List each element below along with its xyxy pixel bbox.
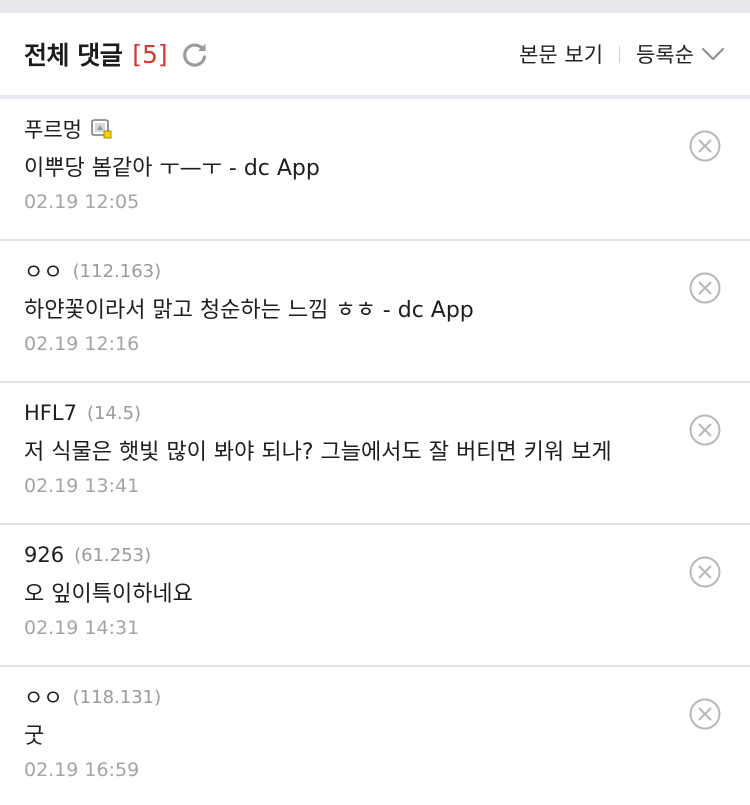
comment-date: 02.19 12:16 xyxy=(24,333,140,355)
comment-text: 이뿌당 봄같아 ㅜ—ㅜ - dc App xyxy=(24,156,320,181)
comment-text: 저 식물은 햇빛 많이 봐야 되나? 그늘에서도 잘 버티면 키워 보게 xyxy=(24,440,612,465)
comment-date: 02.19 13:41 xyxy=(24,475,140,497)
comment-meta: HFL7 (14.5) xyxy=(24,397,726,429)
sort-order-label: 등록순 xyxy=(636,43,694,67)
close-circle-icon[interactable] xyxy=(688,555,722,589)
comment-item: 926 (61.253) 오 잎이특이하네요 02.19 14:31 xyxy=(0,525,750,667)
sort-order-select[interactable]: 등록순 xyxy=(636,39,726,69)
comment-author[interactable]: 푸르멍 xyxy=(24,114,82,144)
comment-ip: (61.253) xyxy=(74,544,152,566)
comment-list: 푸르멍 이뿌당 봄같아 ㅜ—ㅜ - dc App 02.19 12:05 ㅇㅇ … xyxy=(0,99,750,805)
comment-date: 02.19 14:31 xyxy=(24,617,140,639)
header-actions: 본문 보기 등록순 xyxy=(519,39,726,69)
comment-meta: 푸르멍 xyxy=(24,113,726,145)
close-circle-icon[interactable] xyxy=(688,413,722,447)
page-title: 전체 댓글 xyxy=(24,41,123,70)
close-circle-icon[interactable] xyxy=(688,697,722,731)
member-badge-icon xyxy=(90,118,112,140)
comments-header: 전체 댓글 [5] 본문 보기 등록순 xyxy=(0,13,750,95)
comment-author[interactable]: HFL7 xyxy=(24,401,77,425)
comment-text: 굿 xyxy=(24,724,45,749)
comment-text: 하얀꽃이라서 맑고 청순하는 느낌 ㅎㅎ - dc App xyxy=(24,298,474,323)
comment-ip: (112.163) xyxy=(72,260,162,282)
comment-count: [5] xyxy=(132,39,168,69)
top-divider xyxy=(0,0,750,13)
view-body-button[interactable]: 본문 보기 xyxy=(519,39,603,69)
comment-item: HFL7 (14.5) 저 식물은 햇빛 많이 봐야 되나? 그늘에서도 잘 버… xyxy=(0,383,750,525)
header-title-group: 전체 댓글 [5] xyxy=(24,36,210,72)
comment-ip: (14.5) xyxy=(86,402,142,424)
comment-text: 오 잎이특이하네요 xyxy=(24,582,193,607)
comment-author[interactable]: 926 xyxy=(24,543,64,567)
comment-ip: (118.131) xyxy=(72,686,162,708)
comment-item: ㅇㅇ (118.131) 굿 02.19 16:59 xyxy=(0,667,750,805)
comment-author[interactable]: ㅇㅇ xyxy=(24,682,63,712)
close-circle-icon[interactable] xyxy=(688,129,722,163)
header-separator xyxy=(619,45,621,63)
comment-item: 푸르멍 이뿌당 봄같아 ㅜ—ㅜ - dc App 02.19 12:05 xyxy=(0,99,750,241)
chevron-down-icon xyxy=(700,41,726,67)
comment-meta: ㅇㅇ (112.163) xyxy=(24,255,726,287)
close-circle-icon[interactable] xyxy=(688,271,722,305)
comment-meta: ㅇㅇ (118.131) xyxy=(24,681,726,713)
comment-date: 02.19 12:05 xyxy=(24,191,140,213)
refresh-icon[interactable] xyxy=(180,39,210,69)
comment-date: 02.19 16:59 xyxy=(24,759,140,781)
comment-author[interactable]: ㅇㅇ xyxy=(24,256,63,286)
comment-meta: 926 (61.253) xyxy=(24,539,726,571)
comment-item: ㅇㅇ (112.163) 하얀꽃이라서 맑고 청순하는 느낌 ㅎㅎ - dc A… xyxy=(0,241,750,383)
